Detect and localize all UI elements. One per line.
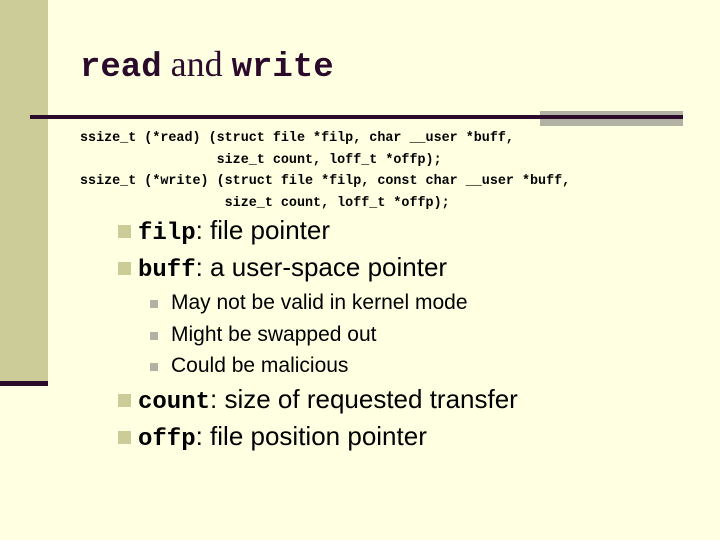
code-line: size_t count, loff_t *offp); (80, 152, 442, 168)
sub-bullet-text: Might be swapped out (171, 323, 377, 346)
bullet-text: : file position pointer (195, 421, 427, 451)
title-read: read (80, 49, 162, 87)
code-line: ssize_t (*read) (struct file *filp, char… (80, 131, 514, 146)
code-block: ssize_t (*read) (struct file *filp, char… (80, 128, 570, 214)
title-write: write (231, 49, 334, 87)
sub-bullet-square-icon (150, 332, 158, 340)
bullet-text: : a user-space pointer (195, 252, 448, 282)
bullet-square-icon (118, 225, 131, 238)
bullet-square-icon (118, 262, 131, 275)
sub-bullet-text: Could be malicious (171, 354, 349, 377)
code-line: ssize_t (*write) (struct file *filp, con… (80, 174, 571, 189)
bullet-square-icon (118, 394, 131, 407)
bullet-keyword: offp (138, 426, 196, 453)
sub-bullet-text: May not be valid in kernel mode (171, 291, 468, 314)
sub-bullet-square-icon (150, 300, 158, 308)
bullet-keyword: buff (138, 257, 196, 284)
title-underline (30, 115, 683, 119)
sub-bullet-square-icon (150, 363, 158, 371)
code-line: size_t count, loff_t *offp); (80, 195, 450, 211)
bullet-square-icon (118, 431, 131, 444)
bullet-text: : file pointer (195, 215, 331, 245)
slide-title: read and write (80, 42, 334, 90)
bullet-keyword: count (138, 389, 211, 416)
title-and: and (161, 44, 232, 84)
sidebar-accent-bar (0, 381, 48, 386)
bullet-keyword: filp (138, 220, 196, 247)
sidebar-decoration (0, 0, 48, 381)
bullet-text: : size of requested transfer (210, 384, 518, 414)
